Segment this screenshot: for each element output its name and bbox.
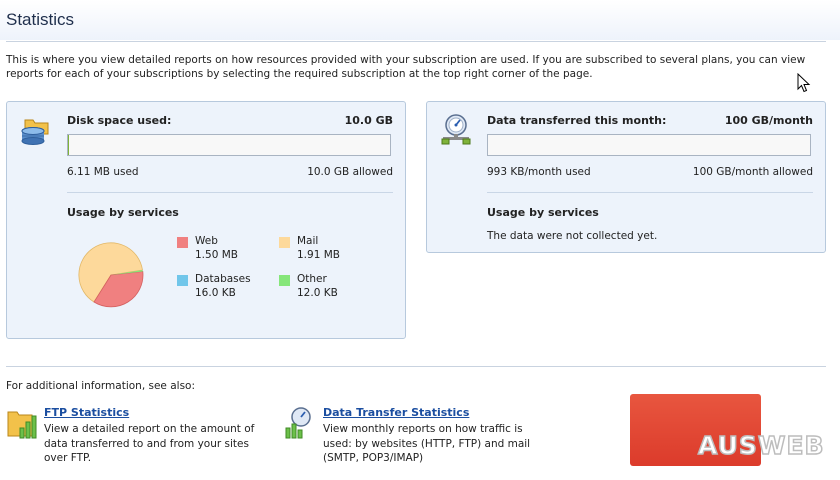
disk-space-limit: 10.0 GB <box>344 114 393 127</box>
data-transfer-label: Data transferred this month: <box>487 114 667 127</box>
legend-value-mail: 1.91 MB <box>297 249 340 261</box>
disk-used-text: 6.11 MB used <box>67 166 139 178</box>
transfer-panel-divider <box>487 192 813 193</box>
disk-panel-divider <box>67 192 393 193</box>
mouse-pointer-icon <box>797 73 811 93</box>
legend-name-mail: Mail <box>297 235 319 247</box>
legend-swatch-mail <box>279 237 290 248</box>
transfer-used-text: 993 KB/month used <box>487 166 591 178</box>
data-transfer-statistics-description: View monthly reports on how traffic is u… <box>323 423 531 464</box>
usage-pie-chart <box>78 242 144 308</box>
legend-value-web: 1.50 MB <box>195 249 238 261</box>
legend-swatch-other <box>279 275 290 286</box>
transfer-no-data-text: The data were not collected yet. <box>487 230 658 242</box>
legend-name-databases: Databases <box>195 273 251 285</box>
disk-space-panel: Disk space used: 10.0 GB 6.11 MB used 10… <box>6 101 406 339</box>
legend-swatch-web <box>177 237 188 248</box>
data-transfer-limit: 100 GB/month <box>724 114 813 127</box>
folder-chart-icon <box>7 411 37 439</box>
legend-value-databases: 16.0 KB <box>195 287 236 299</box>
disk-space-label: Disk space used: <box>67 114 172 127</box>
ftp-statistics-link[interactable]: FTP Statistics <box>44 406 129 419</box>
title-divider <box>6 41 826 42</box>
disk-usage-heading: Usage by services <box>67 206 179 219</box>
header-band <box>0 0 840 40</box>
network-gauge-icon <box>441 114 471 145</box>
transfer-allowed-text: 100 GB/month allowed <box>692 166 813 178</box>
ftp-statistics-description: View a detailed report on the amount of … <box>44 423 255 464</box>
legend-name-other: Other <box>297 273 327 285</box>
disk-usage-bar <box>67 134 391 156</box>
legend-name-web: Web <box>195 235 218 247</box>
page-title: Statistics <box>6 10 75 29</box>
footer-divider <box>6 366 826 367</box>
gauge-chart-icon <box>285 407 311 439</box>
disk-allowed-text: 10.0 GB allowed <box>307 166 393 178</box>
database-folder-icon <box>21 119 49 145</box>
intro-text: This is where you view detailed reports … <box>6 54 806 80</box>
data-transfer-panel: Data transferred this month: 100 GB/mont… <box>426 101 826 253</box>
see-also-heading: For additional information, see also: <box>6 380 196 392</box>
transfer-usage-bar <box>487 134 811 156</box>
data-transfer-statistics-link[interactable]: Data Transfer Statistics <box>323 406 469 419</box>
legend-value-other: 12.0 KB <box>297 287 338 299</box>
ausweb-logo-text: AUSWEB <box>697 430 825 461</box>
transfer-usage-heading: Usage by services <box>487 206 599 219</box>
legend-swatch-databases <box>177 275 188 286</box>
